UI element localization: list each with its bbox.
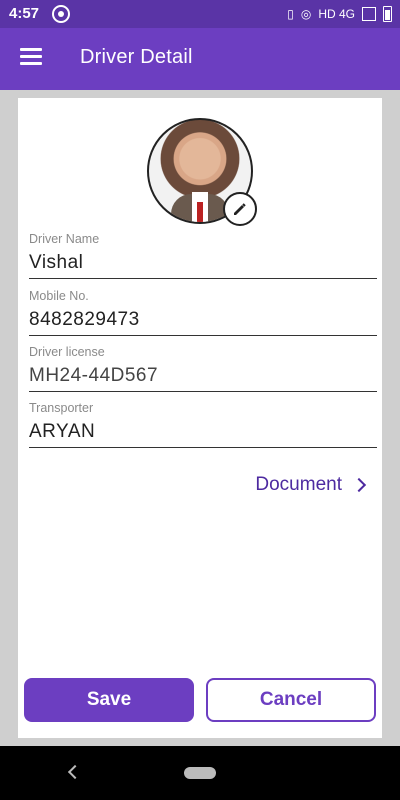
mobile-field[interactable]: Mobile No. 8482829473 xyxy=(29,289,377,336)
transporter-field[interactable]: Transporter ARYAN xyxy=(29,401,377,448)
menu-icon[interactable] xyxy=(20,48,42,66)
app-bar: Driver Detail xyxy=(0,28,400,90)
license-label: Driver license xyxy=(29,345,105,359)
page-title: Driver Detail xyxy=(80,46,193,68)
cancel-button[interactable]: Cancel xyxy=(206,678,376,722)
back-icon[interactable] xyxy=(67,764,83,780)
navigation-bar xyxy=(0,746,400,800)
mobile-label: Mobile No. xyxy=(29,289,89,303)
vibrate-icon: ▯ xyxy=(287,7,294,21)
license-input[interactable]: MH24-44D567 xyxy=(29,365,377,392)
chevron-right-icon xyxy=(351,477,367,493)
status-time: 4:57 xyxy=(9,5,40,22)
mobile-input[interactable]: 8482829473 xyxy=(29,309,377,336)
edit-avatar-button[interactable] xyxy=(223,192,257,226)
transporter-input[interactable]: ARYAN xyxy=(29,421,377,448)
status-icons: ▯ ◎ HD 4G xyxy=(287,6,392,22)
document-link-label: Document xyxy=(255,474,342,495)
transporter-label: Transporter xyxy=(29,401,94,415)
driver-name-input[interactable]: Vishal xyxy=(29,252,377,279)
status-bar: 4:57 ▯ ◎ HD 4G xyxy=(0,0,400,28)
driver-name-label: Driver Name xyxy=(29,232,100,246)
battery-icon xyxy=(383,6,392,22)
driver-detail-card: Driver Name Vishal Mobile No. 8482829473… xyxy=(18,98,382,738)
network-label: HD 4G xyxy=(318,7,355,21)
sync-icon xyxy=(52,5,70,23)
hotspot-icon: ◎ xyxy=(300,7,312,21)
license-field[interactable]: Driver license MH24-44D567 xyxy=(29,345,377,392)
save-button[interactable]: Save xyxy=(24,678,194,722)
driver-name-field[interactable]: Driver Name Vishal xyxy=(29,232,377,279)
document-link[interactable]: Document xyxy=(255,474,367,496)
edit-icon xyxy=(234,203,246,215)
home-icon[interactable] xyxy=(184,767,216,779)
avatar-container xyxy=(147,118,257,226)
signal-icon xyxy=(362,7,376,21)
